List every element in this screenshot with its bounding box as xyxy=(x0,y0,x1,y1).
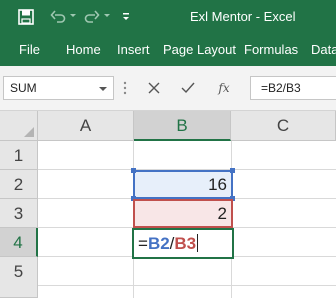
name-box-value: SUM xyxy=(10,81,37,95)
row-header-4[interactable]: 4 xyxy=(0,228,38,257)
cell-b3[interactable]: 2 xyxy=(133,199,233,228)
customize-qat-icon[interactable] xyxy=(121,11,131,23)
row-header-3[interactable]: 3 xyxy=(0,199,38,228)
formula-ref-b3: B3 xyxy=(174,234,197,253)
drag-handle-icon[interactable] xyxy=(123,80,127,96)
range-handle[interactable] xyxy=(131,168,136,173)
row-header-5[interactable]: 5 xyxy=(0,257,38,298)
chevron-down-icon[interactable] xyxy=(99,87,107,91)
column-header-a[interactable]: A xyxy=(38,111,134,141)
undo-icon[interactable] xyxy=(50,9,66,25)
window-title: Exl Mentor - Excel xyxy=(190,9,296,24)
select-all-button[interactable] xyxy=(0,111,38,141)
cell-b2[interactable]: 16 xyxy=(133,170,233,199)
text-cursor xyxy=(197,234,199,252)
select-all-icon xyxy=(24,127,34,137)
enter-icon[interactable] xyxy=(172,76,204,100)
tab-insert[interactable]: Insert xyxy=(117,42,150,57)
title-bar: Exl Mentor - Excel xyxy=(0,0,336,34)
redo-icon[interactable] xyxy=(84,9,100,25)
column-header-b[interactable]: B xyxy=(134,111,231,141)
row-header-2[interactable]: 2 xyxy=(0,170,38,199)
formula-equals: = xyxy=(138,234,148,253)
tab-file[interactable]: File xyxy=(19,42,40,57)
tab-formulas[interactable]: Formulas xyxy=(244,42,298,57)
tab-data[interactable]: Data xyxy=(311,42,336,57)
cancel-icon[interactable] xyxy=(138,76,170,100)
cell-b4-editing[interactable]: =B2/B3 xyxy=(132,228,234,259)
column-header-c[interactable]: C xyxy=(231,111,336,141)
worksheet-grid: A B C 1 2 3 4 5 16 2 =B2/B3 xyxy=(0,111,336,298)
insert-function-button[interactable]: fx xyxy=(208,76,240,100)
tab-page-layout[interactable]: Page Layout xyxy=(163,42,236,57)
formula-ref-b2: B2 xyxy=(147,234,170,253)
save-icon[interactable] xyxy=(18,9,34,25)
formula-input[interactable]: =B2/B3 xyxy=(250,76,336,100)
undo-dropdown-icon[interactable] xyxy=(70,14,76,17)
row-header-1[interactable]: 1 xyxy=(0,141,38,170)
tab-home[interactable]: Home xyxy=(66,42,101,57)
ribbon-tabs: File Home Insert Page Layout Formulas Da… xyxy=(0,34,336,66)
range-handle[interactable] xyxy=(230,168,235,173)
gridline xyxy=(38,285,336,286)
redo-dropdown-icon[interactable] xyxy=(104,14,110,17)
name-box[interactable]: SUM xyxy=(3,76,114,100)
formula-bar: SUM fx =B2/B3 xyxy=(0,66,336,111)
